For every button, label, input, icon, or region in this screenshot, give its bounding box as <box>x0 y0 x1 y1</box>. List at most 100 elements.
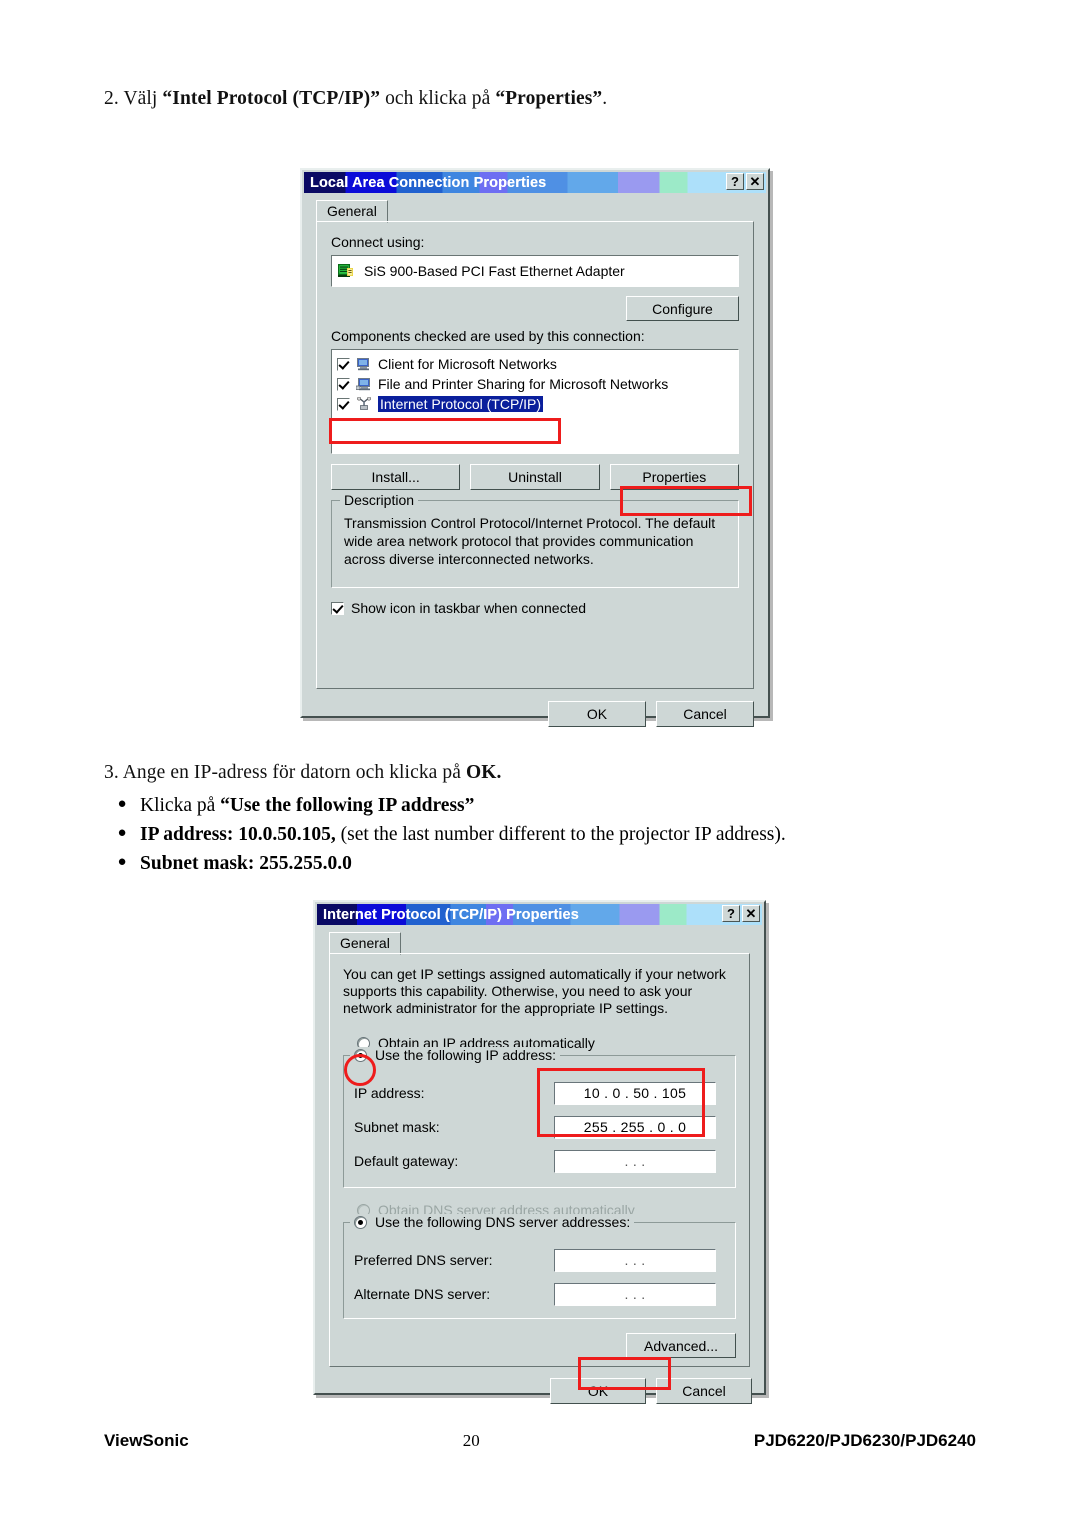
list-item-label: Internet Protocol (TCP/IP) <box>378 396 544 412</box>
step-2-suffix: . <box>602 88 608 109</box>
dialog2-tab-panel: You can get IP settings assigned automat… <box>329 953 750 1367</box>
dialog1-tab-panel: Connect using: SiS 900-Based PCI Fast Et… <box>316 221 754 689</box>
subnet-mask-label: Subnet mask: <box>354 1119 440 1135</box>
footer-brand: ViewSonic <box>104 1431 189 1450</box>
alternate-dns-row: Alternate DNS server: . . . <box>354 1281 725 1307</box>
intro-text: You can get IP settings assigned automat… <box>343 966 726 1016</box>
close-icon[interactable]: ✕ <box>746 173 764 190</box>
bullet-icon: ● <box>117 796 127 813</box>
dialog2-footer-buttons: OK Cancel <box>323 1378 756 1404</box>
advanced-button-row: Advanced... <box>343 1333 736 1358</box>
bullet-item-3: ● Subnet mask: 255.255.0.0 <box>104 853 352 875</box>
computer-share-icon <box>356 378 370 391</box>
ip-address-input[interactable]: 10 . 0 . 50 . 105 <box>554 1081 716 1105</box>
use-following-ip-group: Use the following IP address: IP address… <box>343 1047 736 1188</box>
description-group: Description Transmission Control Protoco… <box>331 492 739 588</box>
list-item-label: File and Printer Sharing for Microsoft N… <box>378 376 669 392</box>
description-group-title: Description <box>340 492 419 508</box>
step-3-bold-ok: OK. <box>466 762 502 783</box>
default-gateway-input[interactable]: . . . <box>554 1149 716 1173</box>
bullet-item-2: ● IP address: 10.0.50.105, (set the last … <box>104 824 786 846</box>
list-item[interactable]: Internet Protocol (TCP/IP) <box>337 394 733 414</box>
ok-button[interactable]: OK <box>548 701 646 727</box>
internet-protocol-tcpip-properties-dialog[interactable]: Internet Protocol (TCP/IP) Properties ? … <box>313 900 766 1404</box>
show-icon-label: Show icon in taskbar when connected <box>351 600 587 616</box>
cancel-button[interactable]: Cancel <box>656 1378 752 1404</box>
bullet-2-bold: IP address: 10.0.50.105, <box>140 824 336 845</box>
ip-address-row: IP address: 10 . 0 . 50 . 105 <box>354 1080 725 1106</box>
dialog2-title: Internet Protocol (TCP/IP) Properties <box>323 906 579 923</box>
checkbox-show-icon-in-taskbar[interactable] <box>331 601 344 615</box>
alternate-dns-input[interactable]: . . . <box>554 1282 716 1306</box>
checkbox-client-for-microsoft-networks[interactable] <box>337 357 350 371</box>
cancel-button[interactable]: Cancel <box>656 701 754 727</box>
dialog2-titlebar[interactable]: Internet Protocol (TCP/IP) Properties ? … <box>317 904 762 925</box>
list-item-label: Client for Microsoft Networks <box>378 356 557 372</box>
ok-button[interactable]: OK <box>550 1378 646 1404</box>
step-2-prefix: 2. Välj <box>104 88 163 109</box>
dialog2-titlebar-buttons: ? ✕ <box>722 905 760 922</box>
dialog2-tabstrip: General <box>329 931 756 955</box>
tab-general[interactable]: General <box>329 932 401 955</box>
dialog1-titlebar[interactable]: Local Area Connection Properties ? ✕ <box>304 172 766 193</box>
configure-button-row: Configure <box>331 296 739 321</box>
dialog1-tabstrip: General <box>316 199 760 223</box>
advanced-button[interactable]: Advanced... <box>626 1333 736 1358</box>
default-gateway-label: Default gateway: <box>354 1153 459 1169</box>
network-adapter-icon <box>338 263 353 277</box>
radio-use-following-ip-address[interactable] <box>354 1048 367 1062</box>
bullet-1-normal-before: Klicka på <box>140 795 221 816</box>
step-3-prefix: 3. Ange en IP-adress för datorn och klic… <box>104 762 466 783</box>
local-area-connection-properties-dialog[interactable]: Local Area Connection Properties ? ✕ Gen… <box>300 168 770 727</box>
bullet-3-bold: Subnet mask: 255.255.0.0 <box>140 853 352 874</box>
install-button[interactable]: Install... <box>331 464 461 490</box>
alternate-dns-label: Alternate DNS server: <box>354 1286 491 1302</box>
dialog2-body: General You can get IP settings assigned… <box>315 925 764 1412</box>
preferred-dns-input[interactable]: . . . <box>554 1248 716 1272</box>
help-icon[interactable]: ? <box>726 173 744 190</box>
radio-use-following-ip-label: Use the following IP address: <box>375 1047 557 1063</box>
page-footer: ViewSonic 20 PJD6220/PJD6230/PJD6240 <box>104 1431 976 1451</box>
ip-address-label: IP address: <box>354 1085 425 1101</box>
components-label: Components checked are used by this conn… <box>331 328 645 344</box>
computer-icon <box>357 358 369 371</box>
radio-use-following-dns-addresses[interactable] <box>354 1215 367 1229</box>
adapter-field[interactable]: SiS 900-Based PCI Fast Ethernet Adapter <box>331 255 739 287</box>
default-gateway-row: Default gateway: . . . <box>354 1148 725 1174</box>
list-item[interactable]: File and Printer Sharing for Microsoft N… <box>337 374 733 394</box>
step-2-middle: och klicka på <box>380 88 496 109</box>
tab-general[interactable]: General <box>316 200 388 223</box>
list-item[interactable]: Client for Microsoft Networks <box>337 354 733 374</box>
subnet-mask-row: Subnet mask: 255 . 255 . 0 . 0 <box>354 1114 725 1140</box>
footer-models: PJD6220/PJD6230/PJD6240 <box>753 1431 976 1450</box>
use-following-dns-group: Use the following DNS server addresses: … <box>343 1214 736 1319</box>
bullet-2-normal-after: (set the last number different to the pr… <box>335 824 786 845</box>
uninstall-button[interactable]: Uninstall <box>470 464 600 490</box>
radio-use-following-dns-label: Use the following DNS server addresses: <box>375 1214 631 1230</box>
step-2-bold-properties: “Properties” <box>495 88 603 109</box>
component-action-buttons: Install... Uninstall Properties <box>331 464 739 490</box>
components-list[interactable]: Client for Microsoft Networks File and P… <box>331 349 739 454</box>
show-icon-row[interactable]: Show icon in taskbar when connected <box>331 600 739 616</box>
bullet-icon: ● <box>117 825 127 842</box>
configure-button[interactable]: Configure <box>626 296 739 321</box>
preferred-dns-row: Preferred DNS server: . . . <box>354 1247 725 1273</box>
subnet-mask-input[interactable]: 255 . 255 . 0 . 0 <box>554 1115 716 1139</box>
footer-page-number: 20 <box>462 1431 480 1450</box>
checkbox-internet-protocol-tcpip[interactable] <box>337 397 350 411</box>
close-icon[interactable]: ✕ <box>742 905 760 922</box>
dialog1-title: Local Area Connection Properties <box>310 174 547 191</box>
use-following-dns-radio-row[interactable]: Use the following DNS server addresses: <box>350 1214 635 1230</box>
step-3-instruction: 3. Ange en IP-adress för datorn och klic… <box>104 762 502 784</box>
protocol-icon <box>357 397 371 410</box>
description-text: Transmission Control Protocol/Internet P… <box>344 515 716 567</box>
bullet-1-bold: “Use the following IP address” <box>220 795 475 816</box>
properties-button[interactable]: Properties <box>609 464 739 490</box>
bullet-item-1: ● Klicka på “Use the following IP address… <box>104 795 474 817</box>
checkbox-file-and-printer-sharing[interactable] <box>337 377 350 391</box>
connect-using-label: Connect using: <box>331 234 425 250</box>
step-2-bold-protocol: “Intel Protocol (TCP/IP)” <box>162 88 381 109</box>
use-following-ip-radio-row[interactable]: Use the following IP address: <box>350 1047 561 1063</box>
bullet-icon: ● <box>117 854 127 871</box>
help-icon[interactable]: ? <box>722 905 740 922</box>
